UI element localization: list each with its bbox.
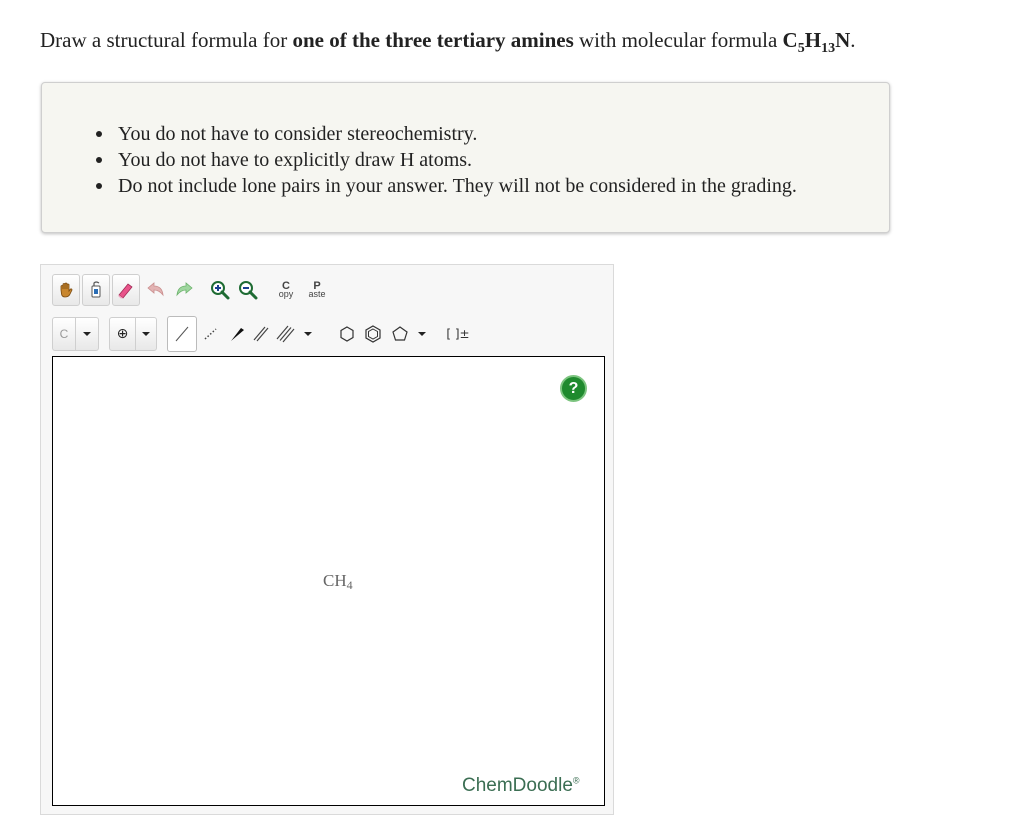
zoom-out-icon [239,281,258,300]
question-end: . [850,28,856,52]
hints-box: You do not have to consider stereochemis… [41,82,890,233]
molecule-label[interactable]: CH4 [323,571,353,591]
bond-dropdown-button[interactable] [299,317,317,351]
question-emphasis: one of the three tertiary amines [292,28,574,52]
chemdoodle-editor: C opy P aste C ⊕ []± ? CH4 ChemDoodle® [40,264,614,815]
paste-icon: P aste [308,281,326,299]
copy-icon: C opy [278,281,294,299]
triple-bond-button[interactable] [271,317,299,351]
hint-text: Do not include lone pairs in your answer… [118,175,797,197]
atom-carbon-button[interactable]: C [52,317,76,351]
copy-button[interactable]: C opy [272,274,300,306]
chemdoodle-logo: ChemDoodle® [462,775,580,797]
single-bond-icon [175,326,189,342]
benzene-button[interactable] [359,317,387,351]
cyclopentane-button[interactable] [386,317,414,351]
single-bond-button[interactable] [167,316,197,352]
copy-label-bottom: opy [278,289,294,299]
dashed-bond-icon [204,328,217,340]
undo-button[interactable] [142,274,170,306]
question-middle: with molecular formula [573,28,783,52]
formula-n: N [835,28,851,52]
hand-tool-button[interactable] [52,274,80,306]
zoom-in-icon [211,281,230,300]
molecule-main: CH [323,571,347,590]
bracket-icon: [ ]± [446,327,470,341]
bullet-icon [96,157,102,163]
paste-button[interactable]: P aste [303,274,331,306]
clear-button[interactable] [82,274,110,306]
question-intro: Draw a structural formula for [40,28,293,52]
hint-item: You do not have to consider stereochemis… [96,121,797,147]
clear-icon [91,281,101,298]
ring-dropdown-button[interactable] [413,317,431,351]
hint-item: You do not have to explicitly draw H ato… [96,147,797,173]
charge-dropdown-button[interactable] [135,317,157,351]
help-icon: ? [568,379,579,397]
drawing-canvas[interactable]: ? CH4 ChemDoodle® [52,356,605,806]
hand-icon [60,282,73,298]
hint-item: Do not include lone pairs in your answer… [96,173,797,199]
undo-icon [147,282,164,297]
question-text: Draw a structural formula for one of the… [40,28,856,56]
hint-text: You do not have to explicitly draw H ato… [118,149,473,171]
molecule-subscript: 4 [346,578,353,592]
double-bond-icon [253,326,269,342]
hint-text: You do not have to consider stereochemis… [118,123,478,145]
formula-h: H [804,28,822,52]
brand-text: ChemDoodle [462,775,573,796]
caret-down-icon [304,332,312,336]
dashed-bond-button[interactable] [197,317,225,351]
caret-down-icon [83,332,91,336]
zoom-out-button[interactable] [234,274,262,306]
bullet-icon [96,131,102,137]
caret-down-icon [142,332,150,336]
formula-c: C [782,28,798,52]
redo-button[interactable] [170,274,198,306]
redo-icon [176,282,193,297]
wedge-bond-icon [231,328,244,341]
hints-list: You do not have to consider stereochemis… [96,121,797,199]
erase-icon [118,283,133,299]
formula-c-count: 5 [797,41,805,56]
registered-mark: ® [572,775,580,786]
charge-plus-icon: ⊕ [116,326,129,342]
molecular-formula: C5H13N [782,28,851,56]
help-button[interactable]: ? [560,375,587,402]
triple-bond-icon [276,325,295,343]
bullet-icon [96,183,102,189]
atom-dropdown-button[interactable] [75,317,99,351]
formula-h-count: 13 [821,41,836,56]
charge-button[interactable]: ⊕ [109,317,136,351]
cyclopentane-icon [392,326,408,341]
cyclohexane-icon [340,326,354,342]
caret-down-icon [418,332,426,336]
paste-label-bottom: aste [308,289,326,299]
benzene-icon [365,325,381,343]
atom-label: C [59,327,69,341]
zoom-in-button[interactable] [206,274,234,306]
bracket-charge-button[interactable]: [ ]± [443,317,473,351]
erase-button[interactable] [112,274,140,306]
cyclohexane-button[interactable] [333,317,361,351]
